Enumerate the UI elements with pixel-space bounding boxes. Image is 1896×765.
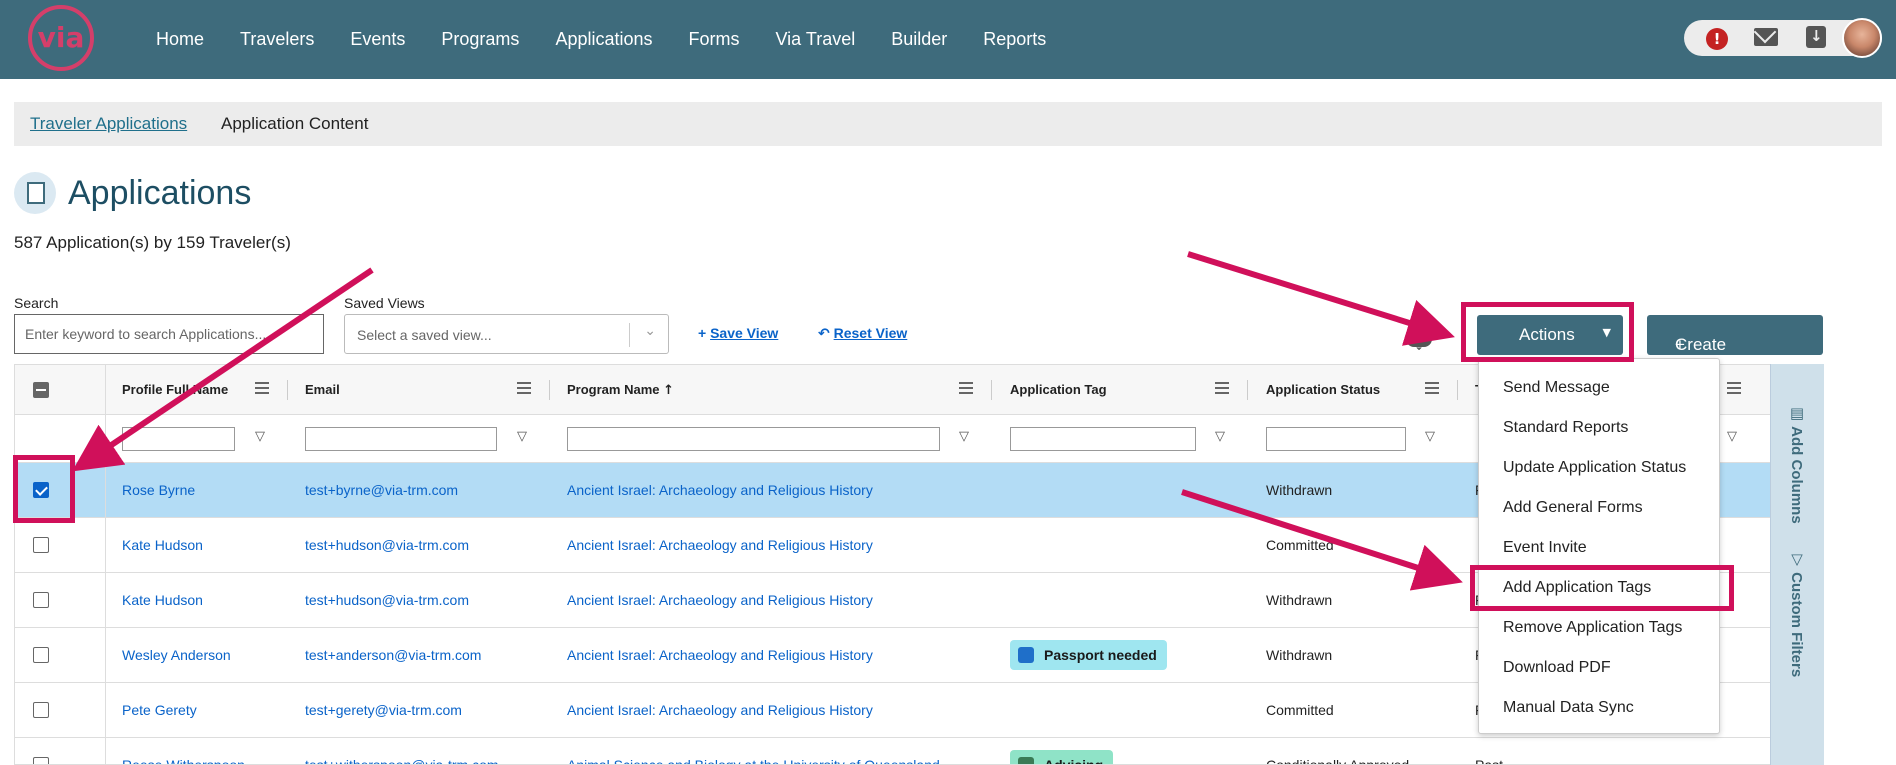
arrow-to-add-tags [1181,489,1463,591]
arrow-to-checkbox [72,267,374,472]
annotation-arrows [72,251,1463,591]
arrow-to-actions [1187,251,1455,346]
